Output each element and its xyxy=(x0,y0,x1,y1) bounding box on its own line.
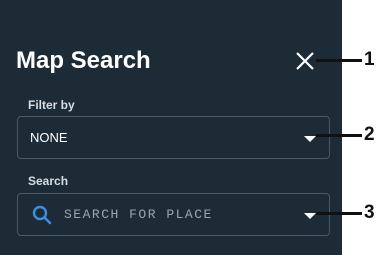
search-icon xyxy=(30,203,54,227)
callout-number-3: 3 xyxy=(364,202,375,223)
callout-number-2: 2 xyxy=(364,124,375,145)
chevron-down-icon[interactable] xyxy=(304,136,316,142)
callout-line-1 xyxy=(316,59,362,62)
close-icon[interactable] xyxy=(294,50,316,72)
callout-line-3 xyxy=(316,212,362,215)
chevron-down-icon[interactable] xyxy=(304,213,316,219)
map-search-panel: Map Search Filter by NONE Search xyxy=(0,0,342,255)
callout-line-2 xyxy=(316,134,362,137)
panel-title: Map Search xyxy=(16,47,151,74)
search-label: Search xyxy=(28,174,69,188)
filter-label: Filter by xyxy=(28,98,75,112)
filter-selected-value: NONE xyxy=(30,130,68,145)
callout-number-1: 1 xyxy=(364,49,375,70)
search-input[interactable] xyxy=(64,204,284,224)
filter-dropdown[interactable]: NONE xyxy=(17,116,330,159)
search-field[interactable] xyxy=(17,193,330,236)
